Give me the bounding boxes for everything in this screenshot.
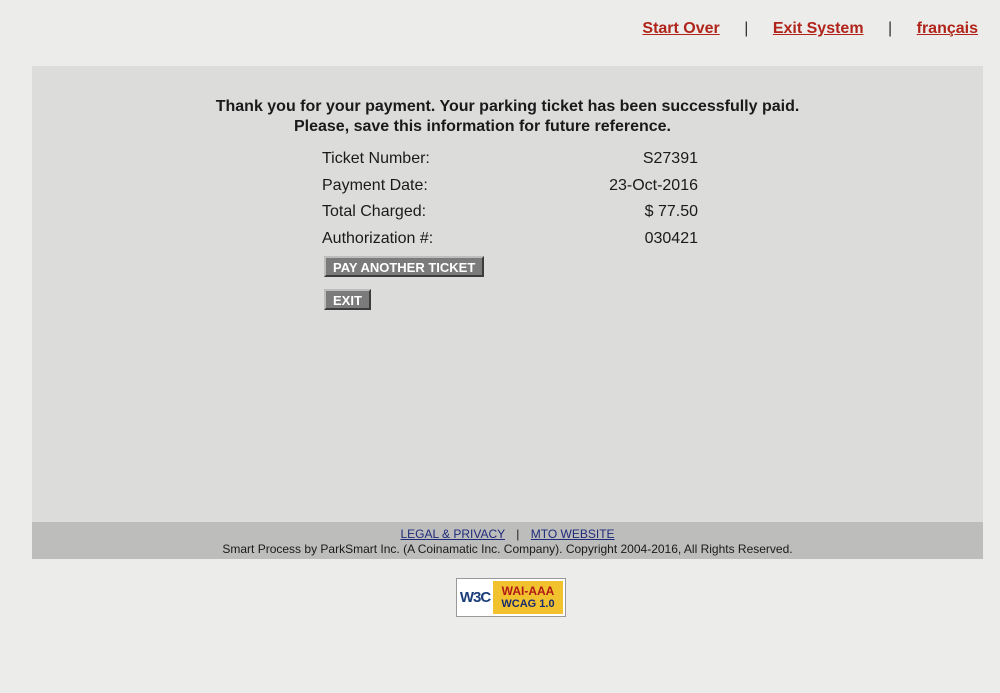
confirmation-message: Thank you for your payment. Your parking… <box>32 97 983 137</box>
footer-separator: | <box>516 527 520 541</box>
detail-value: $ 77.50 <box>644 203 698 220</box>
language-toggle-link[interactable]: français <box>917 20 978 37</box>
payment-details: Ticket Number: S27391 Payment Date: 23-O… <box>322 148 698 254</box>
confirmation-line-2: Please, save this information for future… <box>293 118 671 135</box>
detail-value: 23-Oct-2016 <box>609 176 698 194</box>
nav-separator: | <box>888 20 893 37</box>
detail-label: Total Charged: <box>322 203 427 220</box>
detail-value: 030421 <box>644 229 698 247</box>
detail-row-ticket-number: Ticket Number: S27391 <box>322 148 698 175</box>
exit-system-link[interactable]: Exit System <box>773 20 864 37</box>
start-over-link[interactable]: Start Over <box>642 20 719 37</box>
pay-another-ticket-button[interactable]: PAY ANOTHER TICKET <box>324 256 485 277</box>
w3c-wcag-badge[interactable]: W3C WAI-AAA WCAG 1.0 <box>456 578 566 617</box>
payment-confirmation-panel: Thank you for your payment. Your parking… <box>32 66 983 559</box>
legal-privacy-link[interactable]: LEGAL & PRIVACY <box>400 527 505 541</box>
detail-value: S27391 <box>642 150 698 167</box>
footer: LEGAL & PRIVACY | MTO WEBSITE Smart Proc… <box>32 522 983 559</box>
confirmation-line-1: Thank you for your payment. Your parking… <box>215 98 800 115</box>
nav-separator: | <box>744 20 749 37</box>
wcag-level: WAI-AAA <box>501 583 555 598</box>
mto-website-link[interactable]: MTO WEBSITE <box>531 527 615 541</box>
detail-label: Payment Date: <box>322 176 428 194</box>
wcag-standard: WCAG 1.0 <box>501 597 555 610</box>
detail-row-authorization: Authorization #: 030421 <box>322 228 698 255</box>
detail-label: Ticket Number: <box>322 150 430 167</box>
detail-label: Authorization #: <box>322 229 434 247</box>
copyright-text: Smart Process by ParkSmart Inc. (A Coina… <box>222 542 793 556</box>
detail-row-total-charged: Total Charged: $ 77.50 <box>322 201 698 228</box>
exit-button[interactable]: EXIT <box>324 289 371 310</box>
top-navigation: Start Over | Exit System | français <box>642 20 978 38</box>
w3c-logo: W3C <box>459 589 491 606</box>
detail-row-payment-date: Payment Date: 23-Oct-2016 <box>322 175 698 202</box>
footer-links: LEGAL & PRIVACY | MTO WEBSITE <box>32 522 983 541</box>
wcag-level-box: WAI-AAA WCAG 1.0 <box>493 581 563 614</box>
